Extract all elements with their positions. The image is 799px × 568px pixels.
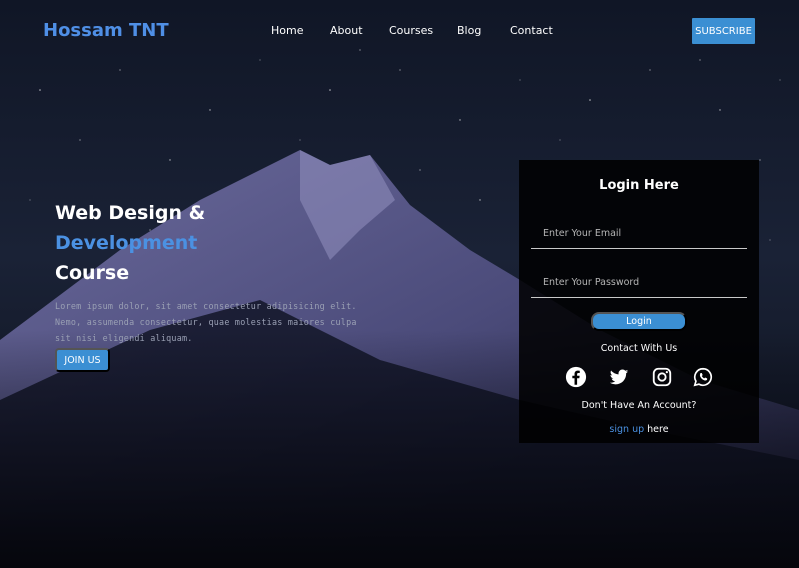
sign-up-link[interactable]: sign up [609, 424, 644, 435]
nav-link-blog[interactable]: Blog [457, 24, 481, 37]
hero-title-line-3: Course [55, 262, 130, 284]
twitter-icon[interactable] [608, 366, 630, 388]
nav-link-contact[interactable]: Contact [510, 24, 553, 37]
password-field-wrapper [531, 267, 747, 298]
nav-menu: Home About Courses Blog Contact [0, 24, 799, 40]
hero-description: Lorem ipsum dolor, sit amet consectetur … [55, 301, 357, 343]
email-field[interactable] [531, 218, 747, 248]
nav-link-home[interactable]: Home [271, 24, 303, 37]
hero-title-line-1: Web Design & [55, 202, 206, 224]
top-navbar: Hossam TNT Home About Courses Blog Conta… [0, 0, 799, 62]
signup-line: sign up here [519, 424, 759, 435]
nav-link-about[interactable]: About [330, 24, 363, 37]
nav-link-courses[interactable]: Courses [389, 24, 433, 37]
login-button[interactable]: Login [591, 312, 687, 331]
instagram-icon[interactable] [651, 366, 673, 388]
facebook-icon[interactable] [565, 366, 587, 388]
password-field[interactable] [531, 267, 747, 297]
login-form-panel: Login Here Login Contact With Us Don't H… [519, 160, 759, 443]
login-title: Login Here [599, 178, 679, 193]
join-us-button[interactable]: JOIN US [55, 348, 110, 372]
hero-title: Web Design & Development Course [55, 198, 205, 288]
signup-suffix: here [644, 424, 669, 435]
no-account-text: Don't Have An Account? [581, 400, 697, 411]
hero-title-line-2: Development [55, 232, 198, 254]
whatsapp-icon[interactable] [692, 366, 714, 388]
subscribe-button[interactable]: SUBSCRIBE [692, 18, 755, 44]
email-field-wrapper [531, 218, 747, 249]
social-links [565, 366, 715, 390]
contact-with-us-label: Contact With Us [600, 343, 678, 354]
